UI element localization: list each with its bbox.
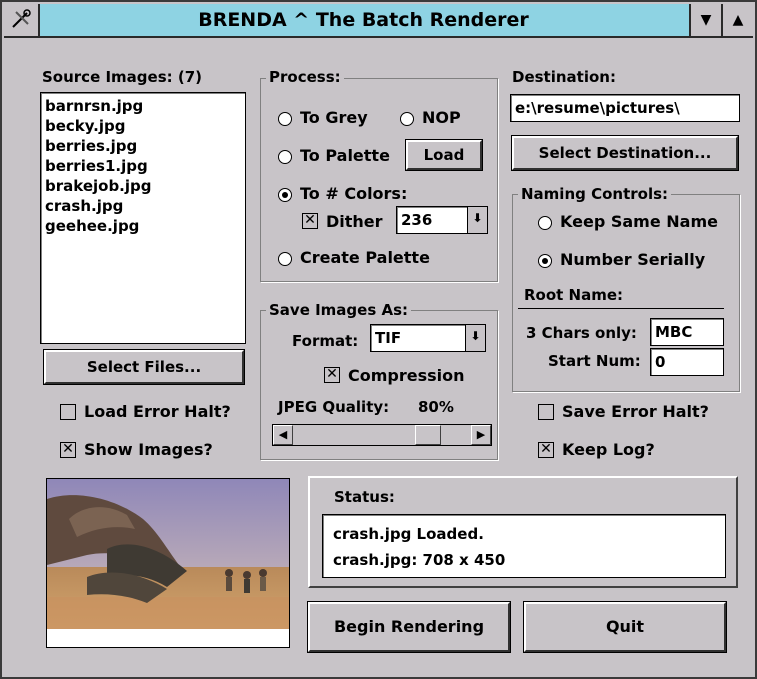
process-label: Process: xyxy=(266,68,344,86)
source-file-item[interactable]: brakejob.jpg xyxy=(45,176,241,196)
nop-radio[interactable] xyxy=(400,112,414,126)
image-preview xyxy=(46,478,290,648)
root-name-label: Root Name: xyxy=(524,286,624,304)
status-line: crash.jpg: 708 x 450 xyxy=(333,551,506,569)
scroll-left-button[interactable]: ◀ xyxy=(273,425,293,445)
number-serially-label: Number Serially xyxy=(560,250,706,269)
source-file-item[interactable]: berries.jpg xyxy=(45,136,241,156)
root-name-divider xyxy=(518,308,724,309)
colors-value: 236 xyxy=(401,211,433,229)
root-name-field[interactable]: MBC xyxy=(650,318,724,346)
format-dropdown-button[interactable]: ⬇ xyxy=(465,325,485,351)
begin-rendering-button[interactable]: Begin Rendering xyxy=(308,602,510,652)
arrow-right-icon: ▶ xyxy=(476,428,486,441)
app-window: BRENDA ^ The Batch Renderer ▼ ▲ Source I… xyxy=(0,0,757,679)
source-file-item[interactable]: becky.jpg xyxy=(45,116,241,136)
show-images-label: Show Images? xyxy=(84,440,213,459)
source-file-item[interactable]: berries1.jpg xyxy=(45,156,241,176)
to-colors-label: To # Colors: xyxy=(300,184,408,203)
source-file-item[interactable]: crash.jpg xyxy=(45,196,241,216)
compression-checkbox[interactable]: ✕ xyxy=(324,367,340,383)
window-title: BRENDA ^ The Batch Renderer xyxy=(198,9,529,31)
system-menu-button[interactable] xyxy=(4,4,40,36)
show-images-checkbox[interactable]: ✕ xyxy=(60,442,76,458)
nop-label: NOP xyxy=(422,108,461,127)
source-file-item[interactable]: barnrsn.jpg xyxy=(45,96,241,116)
select-destination-button[interactable]: Select Destination... xyxy=(512,136,738,170)
format-label: Format: xyxy=(292,332,359,350)
load-error-halt-label: Load Error Halt? xyxy=(84,402,231,421)
start-num-field[interactable]: 0 xyxy=(650,348,724,376)
source-images-label: Source Images: (7) xyxy=(42,68,203,86)
create-palette-label: Create Palette xyxy=(300,248,430,267)
dropdown-arrow-icon: ⬇ xyxy=(470,329,481,343)
colors-spin-button[interactable]: ⬇ xyxy=(467,207,487,233)
status-label: Status: xyxy=(334,488,395,506)
jpeg-quality-value: 80% xyxy=(418,398,454,416)
number-serially-radio[interactable] xyxy=(538,254,552,268)
crash-photo-preview xyxy=(47,479,289,629)
save-as-label: Save Images As: xyxy=(266,301,412,319)
source-file-list[interactable]: barnrsn.jpg becky.jpg berries.jpg berries1.… xyxy=(40,92,246,344)
to-grey-radio[interactable] xyxy=(278,112,292,126)
destination-path-field[interactable]: e:\resume\pictures\ xyxy=(510,94,740,122)
format-value: TIF xyxy=(375,329,402,347)
chevron-down-icon: ▼ xyxy=(700,12,712,28)
compression-label: Compression xyxy=(348,366,465,385)
to-palette-radio[interactable] xyxy=(278,150,292,164)
to-grey-label: To Grey xyxy=(300,108,368,127)
status-line: crash.jpg Loaded. xyxy=(333,525,484,543)
colors-spinner[interactable]: 236 ⬇ xyxy=(396,206,488,234)
chars-only-label: 3 Chars only: xyxy=(526,324,637,342)
load-palette-button[interactable]: Load xyxy=(406,140,482,170)
dither-label: Dither xyxy=(326,212,383,231)
scroll-right-button[interactable]: ▶ xyxy=(471,425,491,445)
quit-button[interactable]: Quit xyxy=(524,602,726,652)
arrow-left-icon: ◀ xyxy=(278,428,288,441)
to-palette-label: To Palette xyxy=(300,146,390,165)
save-error-halt-label: Save Error Halt? xyxy=(562,402,709,421)
keep-same-name-radio[interactable] xyxy=(538,216,552,230)
to-colors-radio[interactable] xyxy=(278,188,292,202)
spin-arrow-icon: ⬇ xyxy=(472,211,483,225)
jpeg-quality-label: JPEG Quality: xyxy=(278,398,390,416)
dither-checkbox[interactable]: ✕ xyxy=(302,213,318,229)
tools-icon xyxy=(12,9,31,28)
select-files-button[interactable]: Select Files... xyxy=(44,350,244,384)
keep-log-label: Keep Log? xyxy=(562,440,655,459)
source-file-item[interactable]: geehee.jpg xyxy=(45,216,241,236)
keep-same-name-label: Keep Same Name xyxy=(560,212,718,231)
format-dropdown[interactable]: TIF ⬇ xyxy=(370,324,486,352)
create-palette-radio[interactable] xyxy=(278,252,292,266)
load-error-halt-checkbox[interactable] xyxy=(60,404,76,420)
keep-log-checkbox[interactable]: ✕ xyxy=(538,442,554,458)
slider-thumb[interactable] xyxy=(415,425,441,445)
save-error-halt-checkbox[interactable] xyxy=(538,404,554,420)
title-bar[interactable]: BRENDA ^ The Batch Renderer ▼ ▲ xyxy=(4,4,753,38)
chevron-up-icon: ▲ xyxy=(732,12,744,28)
jpeg-quality-slider[interactable]: ◀ ▶ xyxy=(272,424,492,446)
minimize-button[interactable]: ▼ xyxy=(689,4,721,36)
start-num-label: Start Num: xyxy=(548,352,641,370)
maximize-button[interactable]: ▲ xyxy=(721,4,753,36)
naming-controls-label: Naming Controls: xyxy=(518,185,672,203)
status-text-box: crash.jpg Loaded. crash.jpg: 708 x 450 xyxy=(322,514,726,578)
destination-label: Destination: xyxy=(512,68,616,86)
